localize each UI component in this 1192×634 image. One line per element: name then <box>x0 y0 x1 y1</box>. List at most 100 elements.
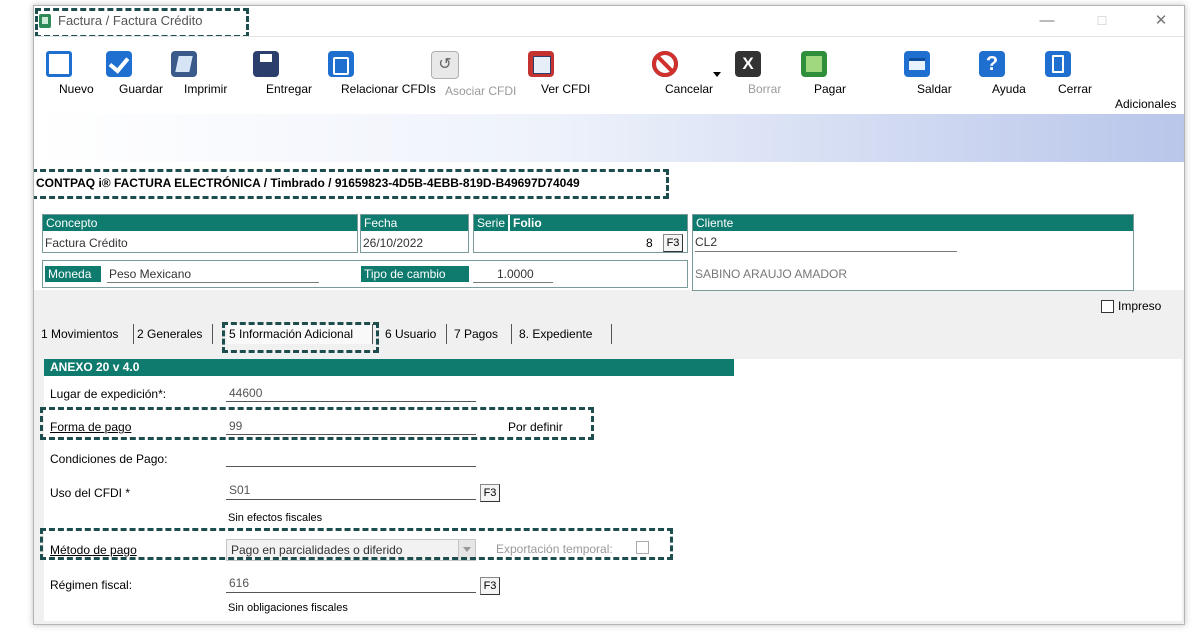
tab-movimientos[interactable]: 1 Movimientos <box>39 324 134 344</box>
uso-cfdi-f3-button[interactable]: F3 <box>480 484 500 502</box>
nuevo-button[interactable]: Nuevo <box>46 51 94 96</box>
lugar-expedicion-label: Lugar de expedición*: <box>50 387 167 401</box>
cerrar-button[interactable]: Cerrar <box>1045 51 1092 96</box>
asociar-cfdi-button[interactable]: Asociar CFDI <box>431 51 516 98</box>
moneda-field[interactable]: Peso Mexicano <box>109 267 191 281</box>
concepto-field[interactable]: Factura Crédito <box>45 236 128 250</box>
metodo-pago-value: Pago en parcialidades o diferido <box>231 543 403 557</box>
cliente-code-field[interactable]: CL2 <box>695 235 717 249</box>
metodo-pago-select[interactable]: Pago en parcialidades o diferido <box>226 539 476 561</box>
moneda-label: Moneda <box>45 266 101 282</box>
forma-pago-label: Forma de pago <box>50 420 132 434</box>
folio-f3-button[interactable]: F3 <box>663 234 683 252</box>
settle-icon <box>904 51 930 77</box>
regimen-fiscal-description: Sin obligaciones fiscales <box>228 602 348 614</box>
relacionar-cfdis-button[interactable]: Relacionar CFDIs <box>328 51 436 96</box>
new-document-icon <box>46 51 72 77</box>
moneda-panel: Moneda Peso Mexicano Tipo de cambio 1.00… <box>42 260 688 288</box>
tab-informacion-adicional[interactable]: 5 Información Adicional <box>227 324 373 344</box>
relate-documents-icon <box>328 51 354 77</box>
delete-x-icon: X <box>735 51 761 77</box>
uso-cfdi-value: S01 <box>229 483 251 497</box>
title-bar: Factura / Factura Crédito — ☐ ✕ <box>34 6 1184 36</box>
ver-cfdi-label: Ver CFDI <box>541 82 591 96</box>
concepto-panel: Concepto Factura Crédito <box>42 214 358 253</box>
tab-expediente[interactable]: 8. Expediente <box>517 324 612 344</box>
cancelar-dropdown-icon[interactable] <box>713 72 721 77</box>
serie-folio-panel: Serie Folio 8 F3 <box>473 214 688 253</box>
pagar-label: Pagar <box>814 82 847 96</box>
pay-icon <box>801 51 827 77</box>
exportacion-temporal-label: Exportación temporal: <box>496 542 613 556</box>
relacionar-cfdis-label: Relacionar CFDIs <box>341 82 436 96</box>
entregar-label: Entregar <box>266 82 313 96</box>
cliente-name-field: SABINO ARAUJO AMADOR <box>695 267 848 281</box>
impreso-checkbox[interactable] <box>1101 300 1114 313</box>
cliente-panel: Cliente CL2 SABINO ARAUJO AMADOR <box>692 214 1134 291</box>
tab-usuario[interactable]: 6 Usuario <box>383 324 447 344</box>
folio-field[interactable]: 8 <box>646 236 653 250</box>
chevron-down-icon[interactable] <box>458 540 475 560</box>
folio-label: Folio <box>510 215 687 231</box>
gradient-band <box>34 114 1184 162</box>
uso-cfdi-label: Uso del CFDI * <box>50 486 131 500</box>
window-title: Factura / Factura Crédito <box>58 13 203 28</box>
metodo-pago-label: Método de pago <box>50 543 137 557</box>
view-cfdi-icon <box>528 51 554 77</box>
anexo-header: ANEXO 20 v 4.0 <box>44 359 734 376</box>
tipo-cambio-underline <box>473 282 553 283</box>
condiciones-pago-field[interactable] <box>226 449 476 467</box>
help-icon: ? <box>979 51 1005 77</box>
regimen-fiscal-value: 616 <box>229 576 250 590</box>
checkmark-icon <box>106 51 132 77</box>
guardar-button[interactable]: Guardar <box>106 51 163 96</box>
cancel-icon <box>652 51 678 77</box>
uso-cfdi-field[interactable]: S01 <box>226 481 476 500</box>
forma-pago-field[interactable]: 99 <box>226 417 476 435</box>
adicionales-label: Adicionales <box>1115 97 1177 111</box>
ver-cfdi-button[interactable]: Ver CFDI <box>528 51 590 96</box>
uso-cfdi-description: Sin efectos fiscales <box>228 512 323 524</box>
regimen-fiscal-f3-button[interactable]: F3 <box>480 577 500 595</box>
impreso-label: Impreso <box>1118 299 1162 313</box>
document-status-header: CONTPAQ i® FACTURA ELECTRÓNICA / Timbrad… <box>36 176 580 190</box>
fecha-label: Fecha <box>361 215 468 231</box>
cancelar-button[interactable]: Cancelar <box>652 51 713 96</box>
saldar-button[interactable]: Saldar <box>904 51 952 96</box>
imprimir-label: Imprimir <box>184 82 228 96</box>
imprimir-button[interactable]: Imprimir <box>171 51 227 96</box>
moneda-underline <box>107 282 319 283</box>
maximize-button[interactable]: ☐ <box>1092 12 1112 30</box>
pagar-button[interactable]: Pagar <box>801 51 846 96</box>
tipo-cambio-field[interactable]: 1.0000 <box>497 267 534 281</box>
cliente-code-underline <box>695 251 957 252</box>
save-disk-icon <box>253 51 279 77</box>
serie-label: Serie <box>474 215 508 231</box>
cerrar-label: Cerrar <box>1058 82 1093 96</box>
saldar-label: Saldar <box>917 82 952 96</box>
tipo-cambio-label: Tipo de cambio <box>361 266 469 282</box>
concepto-label: Concepto <box>43 215 357 231</box>
entregar-button[interactable]: Entregar <box>253 51 312 96</box>
exit-icon <box>1045 51 1071 77</box>
guardar-label: Guardar <box>119 82 164 96</box>
regimen-fiscal-label: Régimen fiscal: <box>50 578 133 592</box>
forma-pago-value: 99 <box>229 419 243 433</box>
minimize-button[interactable]: — <box>1037 12 1057 30</box>
tab-pagos[interactable]: 7 Pagos <box>452 324 512 344</box>
lugar-expedicion-value: 44600 <box>229 386 263 400</box>
exportacion-temporal-checkbox[interactable] <box>636 541 649 554</box>
regimen-fiscal-field[interactable]: 616 <box>226 574 476 593</box>
borrar-button[interactable]: X Borrar <box>735 51 781 96</box>
cancelar-label: Cancelar <box>665 82 714 96</box>
informacion-adicional-panel: ANEXO 20 v 4.0 Lugar de expedición*: 446… <box>44 359 1182 621</box>
lugar-expedicion-field[interactable]: 44600 <box>226 384 476 402</box>
invoice-window: Factura / Factura Crédito — ☐ ✕ Nuevo Gu… <box>33 5 1185 625</box>
associate-icon <box>431 51 459 79</box>
nuevo-label: Nuevo <box>59 82 94 96</box>
close-window-button[interactable]: ✕ <box>1151 12 1171 30</box>
document-form: Concepto Factura Crédito Fecha 26/10/202… <box>34 200 1184 291</box>
tab-generales[interactable]: 2 Generales <box>135 324 213 344</box>
fecha-field[interactable]: 26/10/2022 <box>363 236 423 250</box>
ayuda-button[interactable]: ? Ayuda <box>979 51 1026 96</box>
